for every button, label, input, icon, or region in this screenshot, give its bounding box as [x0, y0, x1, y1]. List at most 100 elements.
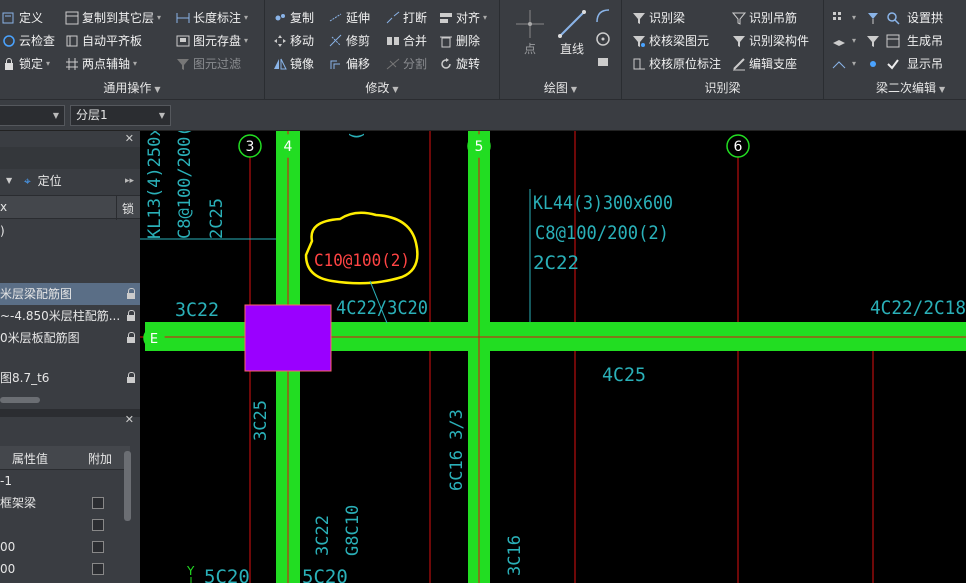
annotation-vertical-fragment: (: [347, 131, 367, 141]
floor-combo[interactable]: 分层1 ▼: [70, 105, 171, 126]
checkbox-checked-icon: [886, 57, 900, 71]
annotation-3c22: 3C22: [175, 299, 219, 321]
mirror-label: 镜像: [290, 57, 315, 71]
expand-icon[interactable]: ▸▸: [125, 169, 134, 193]
drawing-item[interactable]: 0米层板配筋图: [0, 327, 140, 349]
draw-circle-button[interactable]: [595, 31, 613, 49]
offset-button[interactable]: 偏移: [329, 54, 370, 74]
property-checkbox[interactable]: [92, 519, 104, 531]
drawing-item[interactable]: 米层梁配筋图: [0, 283, 140, 305]
offset-label: 偏移: [346, 57, 371, 71]
break-icon: [386, 11, 400, 25]
property-checkbox[interactable]: [92, 497, 104, 509]
rectangle-icon: [598, 58, 608, 66]
length-dimension-button[interactable]: 长度标注 ▾: [176, 8, 248, 28]
drawing-item-label: 图8.7_t6: [0, 371, 50, 385]
property-row[interactable]: 00: [0, 558, 130, 580]
draw-point-button[interactable]: 点: [510, 8, 550, 64]
identify-hanger-button[interactable]: 识别吊筋: [732, 8, 797, 28]
check-beam-element-label: 校核梁图元: [649, 34, 710, 48]
beam-edit-tool-2[interactable]: [866, 8, 883, 28]
left-combo[interactable]: ▼: [0, 105, 65, 126]
cloud-check-button[interactable]: 云检查: [2, 31, 55, 51]
auto-align-slab-button[interactable]: 自动平齐板: [65, 31, 142, 51]
group-title-common[interactable]: 通用操作 ▼: [0, 79, 264, 96]
column[interactable]: [244, 304, 332, 372]
property-checkbox[interactable]: [92, 563, 104, 575]
properties-scrollbar[interactable]: [124, 451, 131, 521]
beam-edit-tool-4[interactable]: [866, 31, 883, 51]
generate-hanger-button[interactable]: 生成吊: [886, 31, 943, 51]
drawing-item[interactable]: 图8.7_t6: [0, 367, 140, 389]
draw-rect-button[interactable]: [595, 54, 613, 72]
copy-to-other-floor-button[interactable]: 复制到其它层 ▾: [65, 8, 161, 28]
delete-icon: [439, 34, 453, 48]
annotation-g8c10: G8C10: [343, 505, 363, 556]
extend-button[interactable]: 延伸: [329, 8, 370, 28]
property-row[interactable]: -1: [0, 470, 130, 492]
annotation-4c22-2c18: 4C22/2C18: [870, 297, 966, 319]
beam-edit-tool-1[interactable]: ▾: [832, 8, 856, 28]
draw-line-button[interactable]: 直线: [552, 8, 592, 64]
copy-button[interactable]: 复制: [273, 8, 314, 28]
mirror-icon: [273, 57, 287, 71]
move-button[interactable]: 移动: [273, 31, 314, 51]
property-row[interactable]: 00: [0, 536, 130, 558]
draw-arc-button[interactable]: [595, 8, 613, 26]
set-arch-button[interactable]: 设置拱: [886, 8, 943, 28]
rotate-button[interactable]: 旋转: [439, 54, 480, 74]
lock-icon[interactable]: [127, 288, 136, 299]
group-title-modify[interactable]: 修改 ▼: [265, 79, 499, 96]
locate-button[interactable]: ⌖ 定位: [24, 169, 62, 193]
group-modify: 复制 延伸 打断 对齐 ▾ 移动 修剪 合并 删除 镜像 偏移 分割 旋转 修改…: [265, 0, 500, 100]
identify-beam-button[interactable]: 识别梁: [632, 8, 685, 28]
delete-button[interactable]: 删除: [439, 31, 480, 51]
cad-drawing[interactable]: 3 4 5 6 E KL13(4)250x C8@100/200(2 2C25 …: [140, 131, 966, 583]
two-point-axis-button[interactable]: 两点辅轴 ▾: [65, 54, 137, 74]
mirror-button[interactable]: 镜像: [273, 54, 314, 74]
close-icon[interactable]: ✕: [125, 413, 134, 426]
chevron-down-icon: ▾: [46, 59, 51, 68]
show-hanger-checkbox[interactable]: 显示吊: [886, 54, 943, 74]
align-label: 对齐: [456, 11, 481, 25]
element-filter-button[interactable]: 图元过滤: [176, 54, 241, 74]
extend-icon: [329, 11, 343, 25]
lock-icon[interactable]: [127, 332, 136, 343]
lock-button[interactable]: 锁定 ▾: [2, 54, 50, 74]
align-icon: [439, 11, 453, 25]
define-button[interactable]: 定义: [2, 8, 43, 28]
property-row[interactable]: [0, 514, 130, 536]
edit-support-button[interactable]: 编辑支座: [732, 54, 797, 74]
drawing-item[interactable]: ~-4.850米层柱配筋...: [0, 305, 140, 327]
identify-beam-component-button[interactable]: 识别梁构件: [732, 31, 809, 51]
check-in-situ-label: 校核原位标注: [649, 57, 722, 71]
save-element-icon: [176, 34, 190, 48]
lock-icon[interactable]: [127, 310, 136, 321]
group-title-draw[interactable]: 绘图 ▼: [500, 79, 621, 96]
close-icon[interactable]: ✕: [125, 132, 134, 145]
split-button[interactable]: 分割: [386, 54, 427, 74]
save-element-button[interactable]: 图元存盘 ▾: [176, 31, 248, 51]
drawing-item-label: 0米层板配筋图: [0, 331, 80, 345]
drawing-list-scrollbar[interactable]: [0, 397, 40, 403]
list-item[interactable]: ): [0, 220, 140, 242]
merge-button[interactable]: 合并: [386, 31, 427, 51]
beam-edit-tool-5[interactable]: ▾: [832, 54, 856, 74]
break-button[interactable]: 打断: [386, 8, 427, 28]
chevron-down-icon[interactable]: ▼: [6, 169, 12, 193]
beam-edit-tool-6[interactable]: [866, 54, 883, 74]
drawing-canvas[interactable]: 3 4 5 6 E KL13(4)250x C8@100/200(2 2C25 …: [140, 131, 966, 583]
check-beam-element-button[interactable]: 校核梁图元: [632, 31, 709, 51]
lock-column-header: 锁: [122, 202, 135, 216]
panel-splitter[interactable]: [0, 409, 140, 417]
check-in-situ-label-button[interactable]: 校核原位标注: [632, 54, 721, 74]
lock-icon[interactable]: [127, 372, 136, 383]
property-checkbox[interactable]: [92, 541, 104, 553]
trim-button[interactable]: 修剪: [329, 31, 370, 51]
align-button[interactable]: 对齐 ▾: [439, 8, 487, 28]
group-title-beam-edit[interactable]: 梁二次编辑 ▼: [824, 79, 966, 96]
property-row[interactable]: 框架梁: [0, 492, 130, 514]
identify-component-icon: [732, 34, 746, 48]
beam-edit-tool-3[interactable]: ▾: [832, 31, 856, 51]
annotation-kl44-stirrup: C8@100/200(2): [535, 222, 669, 244]
